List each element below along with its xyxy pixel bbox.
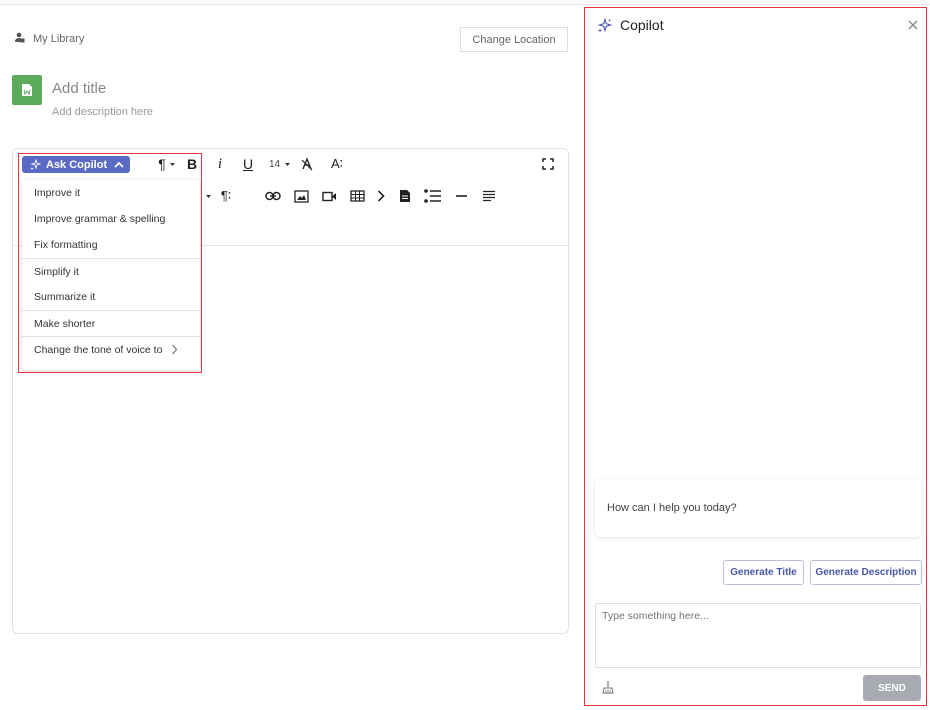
sparkle-icon: [30, 159, 41, 170]
ask-copilot-label: Ask Copilot: [46, 158, 108, 171]
underline-button[interactable]: U: [240, 155, 256, 173]
dropdown-arrow-icon[interactable]: [204, 187, 212, 205]
copilot-title: Copilot: [620, 17, 664, 33]
chat-input[interactable]: [595, 603, 921, 668]
change-tone-label: Change the tone of voice to: [34, 343, 163, 356]
copilot-header: Copilot: [597, 17, 664, 33]
clear-chat-icon[interactable]: [602, 680, 614, 694]
menu-item-change-tone[interactable]: Change the tone of voice to: [22, 336, 200, 362]
menu-item-simplify[interactable]: Simplify it: [22, 258, 200, 284]
document-icon: [12, 75, 42, 105]
bullet-list-icon[interactable]: [422, 187, 444, 205]
paragraph-style-dropdown[interactable]: ¶: [155, 155, 179, 173]
library-breadcrumb: My Library: [14, 32, 84, 46]
clear-formatting-icon[interactable]: [299, 155, 315, 173]
menu-item-fix-formatting[interactable]: Fix formatting: [22, 232, 200, 258]
generate-title-button[interactable]: Generate Title: [723, 560, 804, 585]
paragraph-format-button[interactable]: ¶∶: [217, 187, 235, 205]
document-insert-icon[interactable]: [397, 187, 413, 205]
chevron-up-icon: [114, 161, 124, 168]
change-location-button[interactable]: Change Location: [460, 27, 568, 52]
horizontal-line-icon[interactable]: [453, 187, 469, 205]
title-input[interactable]: Add title: [52, 80, 106, 97]
copilot-panel: Copilot How can I help you today? Genera…: [585, 7, 926, 706]
assistant-message: How can I help you today?: [595, 479, 921, 537]
link-icon[interactable]: [264, 187, 282, 205]
send-button[interactable]: SEND: [863, 675, 921, 701]
font-size-dropdown[interactable]: 14: [265, 155, 295, 173]
menu-item-improve-grammar[interactable]: Improve grammar & spelling: [22, 206, 200, 232]
font-size-value: 14: [268, 158, 281, 170]
chevron-right-icon: [172, 344, 178, 355]
generate-description-button[interactable]: Generate Description: [810, 560, 922, 585]
user-library-icon: [14, 32, 25, 46]
library-label[interactable]: My Library: [33, 33, 84, 45]
line-height-button[interactable]: A∶: [328, 155, 346, 173]
align-icon[interactable]: [480, 187, 498, 205]
chevron-right-icon[interactable]: [374, 187, 388, 205]
image-icon[interactable]: [292, 187, 310, 205]
sparkle-icon: [597, 17, 612, 32]
menu-item-improve[interactable]: Improve it: [22, 180, 200, 206]
description-input[interactable]: Add description here: [52, 106, 153, 118]
video-icon[interactable]: [320, 187, 338, 205]
ask-copilot-button[interactable]: Ask Copilot: [22, 156, 130, 173]
copilot-actions-menu: Improve it Improve grammar & spelling Fi…: [22, 180, 200, 370]
paragraph-icon: ¶: [158, 156, 166, 172]
bold-button[interactable]: B: [185, 155, 199, 173]
table-icon[interactable]: [348, 187, 366, 205]
menu-item-summarize[interactable]: Summarize it: [22, 284, 200, 310]
fullscreen-icon[interactable]: [540, 155, 556, 173]
italic-button[interactable]: i: [213, 155, 227, 173]
menu-item-make-shorter[interactable]: Make shorter: [22, 310, 200, 336]
close-icon[interactable]: [906, 18, 920, 32]
top-bar: [0, 0, 930, 5]
assistant-message-text: How can I help you today?: [607, 502, 737, 514]
